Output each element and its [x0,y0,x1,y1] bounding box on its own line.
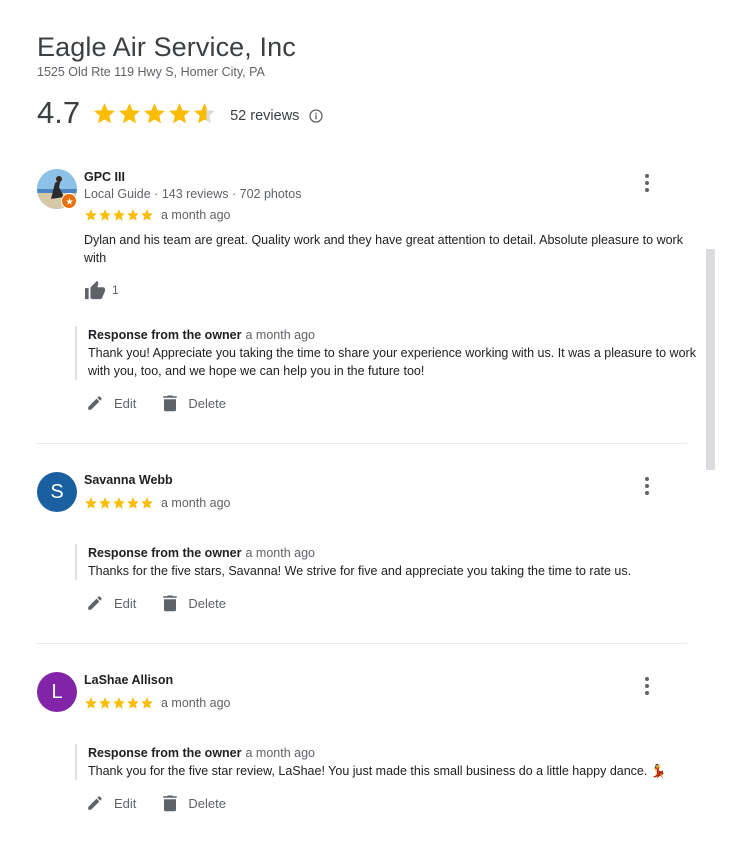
scrollbar[interactable] [706,249,715,470]
review-item: L LaShae Allison a month ago Response fr… [37,672,687,832]
response-actions: Edit Delete [86,794,252,812]
half-star-icon [194,102,216,123]
divider [37,443,687,444]
star-icon [113,697,125,709]
rating-summary: 4.7 52 reviews [37,95,324,131]
star-icon [119,102,141,123]
reviews-count[interactable]: 52 reviews [230,108,299,124]
star-icon [169,102,191,123]
star-icon [99,497,111,509]
avatar[interactable] [37,169,77,209]
pencil-icon [88,396,102,410]
star-icon [94,102,116,123]
reviewer-name[interactable]: LaShae Allison [84,673,173,687]
divider [37,643,687,644]
reviewer-name[interactable]: Savanna Webb [84,473,173,487]
star-icon [85,497,97,509]
trash-icon [163,795,178,812]
edit-label: Edit [114,395,137,411]
avatar[interactable]: L [37,672,77,712]
local-guide-badge-icon [61,193,77,209]
thumbs-up-icon [85,280,105,300]
avatar[interactable]: S [37,472,77,512]
review-item: S Savanna Webb a month ago Response from… [37,472,687,632]
owner-response-label: Response from the owner [88,546,242,560]
star-icon [127,209,139,221]
owner-response: Response from the owner a month ago Thank… [75,326,698,380]
edit-button[interactable]: Edit [86,594,136,612]
owner-response-text: Thank you for the five star review, LaSh… [88,764,667,778]
star-icon [85,697,97,709]
edit-button[interactable]: Edit [86,794,136,812]
like-count: 1 [112,283,119,297]
response-actions: Edit Delete [86,594,252,612]
info-icon[interactable] [308,108,324,124]
business-name: Eagle Air Service, Inc [37,32,296,62]
owner-response-text: Thanks for the five stars, Savanna! We s… [88,564,632,578]
owner-response-time: a month ago [245,746,316,760]
review-time: a month ago [161,208,231,222]
owner-response-header: Response from the owner a month ago [88,544,698,562]
review-rating: a month ago [84,208,231,222]
delete-label: Delete [188,795,226,811]
star-icon [127,697,139,709]
reviewer-name[interactable]: GPC III [84,170,125,184]
average-rating: 4.7 [37,95,81,130]
more-options-button[interactable] [637,474,657,498]
owner-response-time: a month ago [245,328,316,342]
review-time: a month ago [161,696,231,710]
edit-label: Edit [114,595,137,611]
trash-icon [163,395,178,412]
owner-response-header: Response from the owner a month ago [88,744,698,762]
star-icon [99,697,111,709]
delete-button[interactable]: Delete [162,594,226,612]
star-icon [113,209,125,221]
star-icon [85,209,97,221]
star-icon [144,102,166,123]
rating-stars [92,101,217,126]
owner-response: Response from the owner a month ago Thank… [75,744,698,780]
owner-response-time: a month ago [245,546,316,560]
delete-label: Delete [188,395,226,411]
star-icon [141,209,153,221]
owner-response-label: Response from the owner [88,746,242,760]
business-header: Eagle Air Service, Inc 1525 Old Rte 119 … [37,30,296,80]
response-actions: Edit Delete [86,394,252,412]
more-options-button[interactable] [637,674,657,698]
review-time: a month ago [161,496,231,510]
owner-response-label: Response from the owner [88,328,242,342]
review-rating: a month ago [84,696,231,710]
trash-icon [163,595,178,612]
owner-response-header: Response from the owner a month ago [88,326,698,344]
business-address: 1525 Old Rte 119 Hwy S, Homer City, PA [37,65,265,79]
star-icon [99,209,111,221]
edit-button[interactable]: Edit [86,394,136,412]
avatar-initial: L [51,680,63,703]
owner-response-text: Thank you! Appreciate you taking the tim… [88,346,696,378]
reviewer-meta: Local Guide · 143 reviews · 702 photos [84,187,302,201]
delete-label: Delete [188,595,226,611]
star-icon [141,497,153,509]
edit-label: Edit [114,795,137,811]
like-button[interactable]: 1 [84,280,119,300]
pencil-icon [88,596,102,610]
review-item: GPC III Local Guide · 143 reviews · 702 … [37,169,696,429]
review-rating: a month ago [84,496,231,510]
pencil-icon [88,796,102,810]
delete-button[interactable]: Delete [162,794,226,812]
avatar-initial: S [50,480,64,503]
review-text: Dylan and his team are great. Quality wo… [84,233,683,265]
more-options-button[interactable] [637,171,657,195]
star-icon [127,497,139,509]
star-icon [141,697,153,709]
owner-response: Response from the owner a month ago Thank… [75,544,698,580]
delete-button[interactable]: Delete [162,394,226,412]
star-icon [113,497,125,509]
